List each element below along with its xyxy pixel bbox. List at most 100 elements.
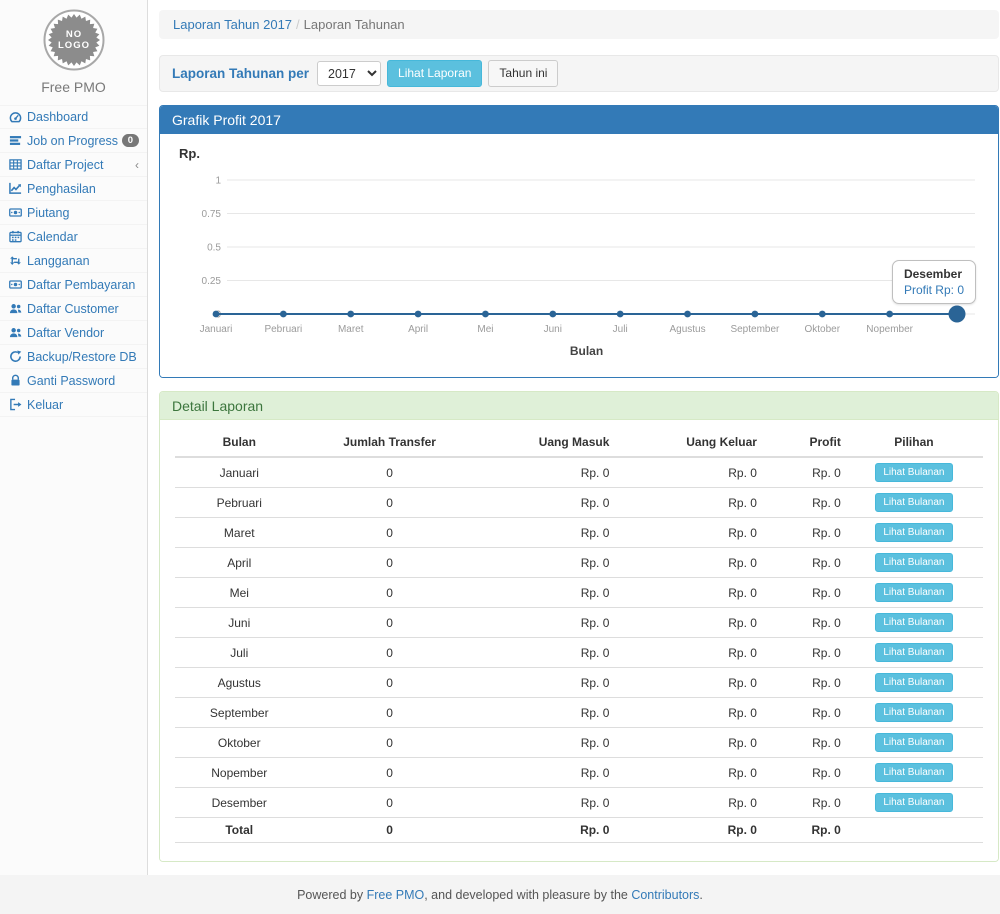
column-header-pilihan: Pilihan [845, 428, 983, 457]
svg-text:Oktober: Oktober [804, 324, 840, 335]
sidebar-item-dashboard[interactable]: Dashboard [0, 105, 147, 129]
cell-uang_keluar: Rp. 0 [613, 728, 761, 758]
sidebar-item-job-on-progress[interactable]: Job on Progress0 [0, 129, 147, 153]
cell-pilihan: Lihat Bulanan [845, 578, 983, 608]
cell-uang_keluar: Rp. 0 [613, 518, 761, 548]
tahun-ini-button[interactable]: Tahun ini [488, 60, 558, 87]
sidebar-item-piutang[interactable]: Piutang [0, 201, 147, 225]
svg-text:Juli: Juli [613, 324, 628, 335]
table-icon [7, 158, 23, 171]
no-logo-badge-icon: NOLOGO [42, 8, 106, 72]
sidebar: NOLOGO Free PMO DashboardJob on Progress… [0, 0, 148, 875]
lihat-laporan-button[interactable]: Lihat Laporan [387, 60, 482, 87]
cell-profit: Rp. 0 [761, 457, 845, 488]
chart-tooltip: Desember Profit Rp: 0 [892, 260, 976, 304]
table-row-mei: Mei0Rp. 0Rp. 0Rp. 0Lihat Bulanan [175, 578, 983, 608]
sidebar-item-daftar-pembayaran[interactable]: Daftar Pembayaran [0, 273, 147, 297]
cell-pilihan: Lihat Bulanan [845, 608, 983, 638]
cell-jumlah_transfer: 0 [304, 758, 476, 788]
cell-bulan: Desember [175, 788, 304, 818]
footer-link-free-pmo[interactable]: Free PMO [367, 888, 425, 902]
cell-uang_keluar: Rp. 0 [613, 788, 761, 818]
sidebar-item-label: Ganti Password [27, 374, 115, 388]
lihat-bulanan-button[interactable]: Lihat Bulanan [875, 763, 952, 782]
lihat-bulanan-button[interactable]: Lihat Bulanan [875, 643, 952, 662]
brand-name: Free PMO [0, 79, 147, 95]
footer: Powered by Free PMO, and developed with … [0, 875, 1000, 914]
svg-text:0.5: 0.5 [207, 243, 221, 254]
sidebar-item-penghasilan[interactable]: Penghasilan [0, 177, 147, 201]
svg-text:April: April [408, 324, 428, 335]
cell-uang_keluar: Rp. 0 [613, 698, 761, 728]
sidebar-item-ganti-password[interactable]: Ganti Password [0, 369, 147, 393]
table-row-desember: Desember0Rp. 0Rp. 0Rp. 0Lihat Bulanan [175, 788, 983, 818]
column-header-profit: Profit [761, 428, 845, 457]
cell-uang_keluar: Rp. 0 [613, 578, 761, 608]
table-header-row: BulanJumlah TransferUang MasukUang Kelua… [175, 428, 983, 457]
cell-jumlah_transfer: 0 [304, 698, 476, 728]
cell-pilihan: Lihat Bulanan [845, 668, 983, 698]
cell-profit: Rp. 0 [761, 608, 845, 638]
cell-bulan: April [175, 548, 304, 578]
lihat-bulanan-button[interactable]: Lihat Bulanan [875, 703, 952, 722]
lihat-bulanan-button[interactable]: Lihat Bulanan [875, 733, 952, 752]
profit-line-chart[interactable]: Rp.00.250.50.751JanuariPebruariMaretApri… [175, 142, 983, 366]
svg-text:Maret: Maret [338, 324, 364, 335]
sidebar-item-daftar-vendor[interactable]: Daftar Vendor [0, 321, 147, 345]
sidebar-item-label: Langganan [27, 254, 90, 268]
page: NOLOGO Free PMO DashboardJob on Progress… [0, 0, 1000, 875]
breadcrumb-link-laporan-tahun[interactable]: Laporan Tahun 2017 [173, 17, 292, 32]
cell-pilihan: Lihat Bulanan [845, 698, 983, 728]
chart-area: Rp.00.250.50.751JanuariPebruariMaretApri… [160, 134, 998, 377]
cell-bulan: Nopember [175, 758, 304, 788]
table-row-nopember: Nopember0Rp. 0Rp. 0Rp. 0Lihat Bulanan [175, 758, 983, 788]
lihat-bulanan-button[interactable]: Lihat Bulanan [875, 793, 952, 812]
cell-uang_masuk: Rp. 0 [476, 488, 614, 518]
cell-pilihan: Lihat Bulanan [845, 638, 983, 668]
cell-uang_masuk: Rp. 0 [476, 518, 614, 548]
sidebar-item-calendar[interactable]: Calendar [0, 225, 147, 249]
total-cell-pilihan-empty [845, 818, 983, 843]
cell-jumlah_transfer: 0 [304, 578, 476, 608]
cell-profit: Rp. 0 [761, 488, 845, 518]
sidebar-item-daftar-project[interactable]: Daftar Project‹ [0, 153, 147, 177]
filter-label: Laporan Tahunan per [172, 66, 309, 81]
cell-pilihan: Lihat Bulanan [845, 548, 983, 578]
main-content: Laporan Tahun 2017/Laporan Tahunan Lapor… [148, 0, 1000, 875]
chart-panel-title: Grafik Profit 2017 [160, 106, 998, 134]
detail-laporan-panel: Detail Laporan BulanJumlah TransferUang … [159, 391, 999, 862]
cell-pilihan: Lihat Bulanan [845, 518, 983, 548]
cell-uang_keluar: Rp. 0 [613, 638, 761, 668]
cell-profit: Rp. 0 [761, 548, 845, 578]
cell-profit: Rp. 0 [761, 578, 845, 608]
svg-text:Rp.: Rp. [179, 146, 200, 161]
cell-bulan: Juni [175, 608, 304, 638]
line-chart-icon [7, 182, 23, 195]
lihat-bulanan-button[interactable]: Lihat Bulanan [875, 583, 952, 602]
footer-link-contributors[interactable]: Contributors [631, 888, 699, 902]
lihat-bulanan-button[interactable]: Lihat Bulanan [875, 463, 952, 482]
detail-panel-title: Detail Laporan [160, 392, 998, 420]
lihat-bulanan-button[interactable]: Lihat Bulanan [875, 673, 952, 692]
svg-text:Juni: Juni [544, 324, 562, 335]
sidebar-item-langganan[interactable]: Langganan [0, 249, 147, 273]
cell-bulan: Pebruari [175, 488, 304, 518]
svg-text:Pebruari: Pebruari [264, 324, 302, 335]
cell-jumlah_transfer: 0 [304, 668, 476, 698]
sidebar-item-keluar[interactable]: Keluar [0, 393, 147, 417]
sidebar-item-backup-restore-db[interactable]: Backup/Restore DB [0, 345, 147, 369]
cell-pilihan: Lihat Bulanan [845, 758, 983, 788]
sidebar-item-daftar-customer[interactable]: Daftar Customer [0, 297, 147, 321]
lihat-bulanan-button[interactable]: Lihat Bulanan [875, 493, 952, 512]
year-select[interactable]: 2017 [317, 61, 381, 86]
cell-uang_masuk: Rp. 0 [476, 728, 614, 758]
cell-pilihan: Lihat Bulanan [845, 488, 983, 518]
svg-text:Mei: Mei [477, 324, 493, 335]
retweet-icon [7, 254, 23, 267]
count-badge: 0 [122, 134, 139, 148]
lihat-bulanan-button[interactable]: Lihat Bulanan [875, 613, 952, 632]
cell-profit: Rp. 0 [761, 758, 845, 788]
lihat-bulanan-button[interactable]: Lihat Bulanan [875, 523, 952, 542]
lihat-bulanan-button[interactable]: Lihat Bulanan [875, 553, 952, 572]
cell-jumlah_transfer: 0 [304, 638, 476, 668]
